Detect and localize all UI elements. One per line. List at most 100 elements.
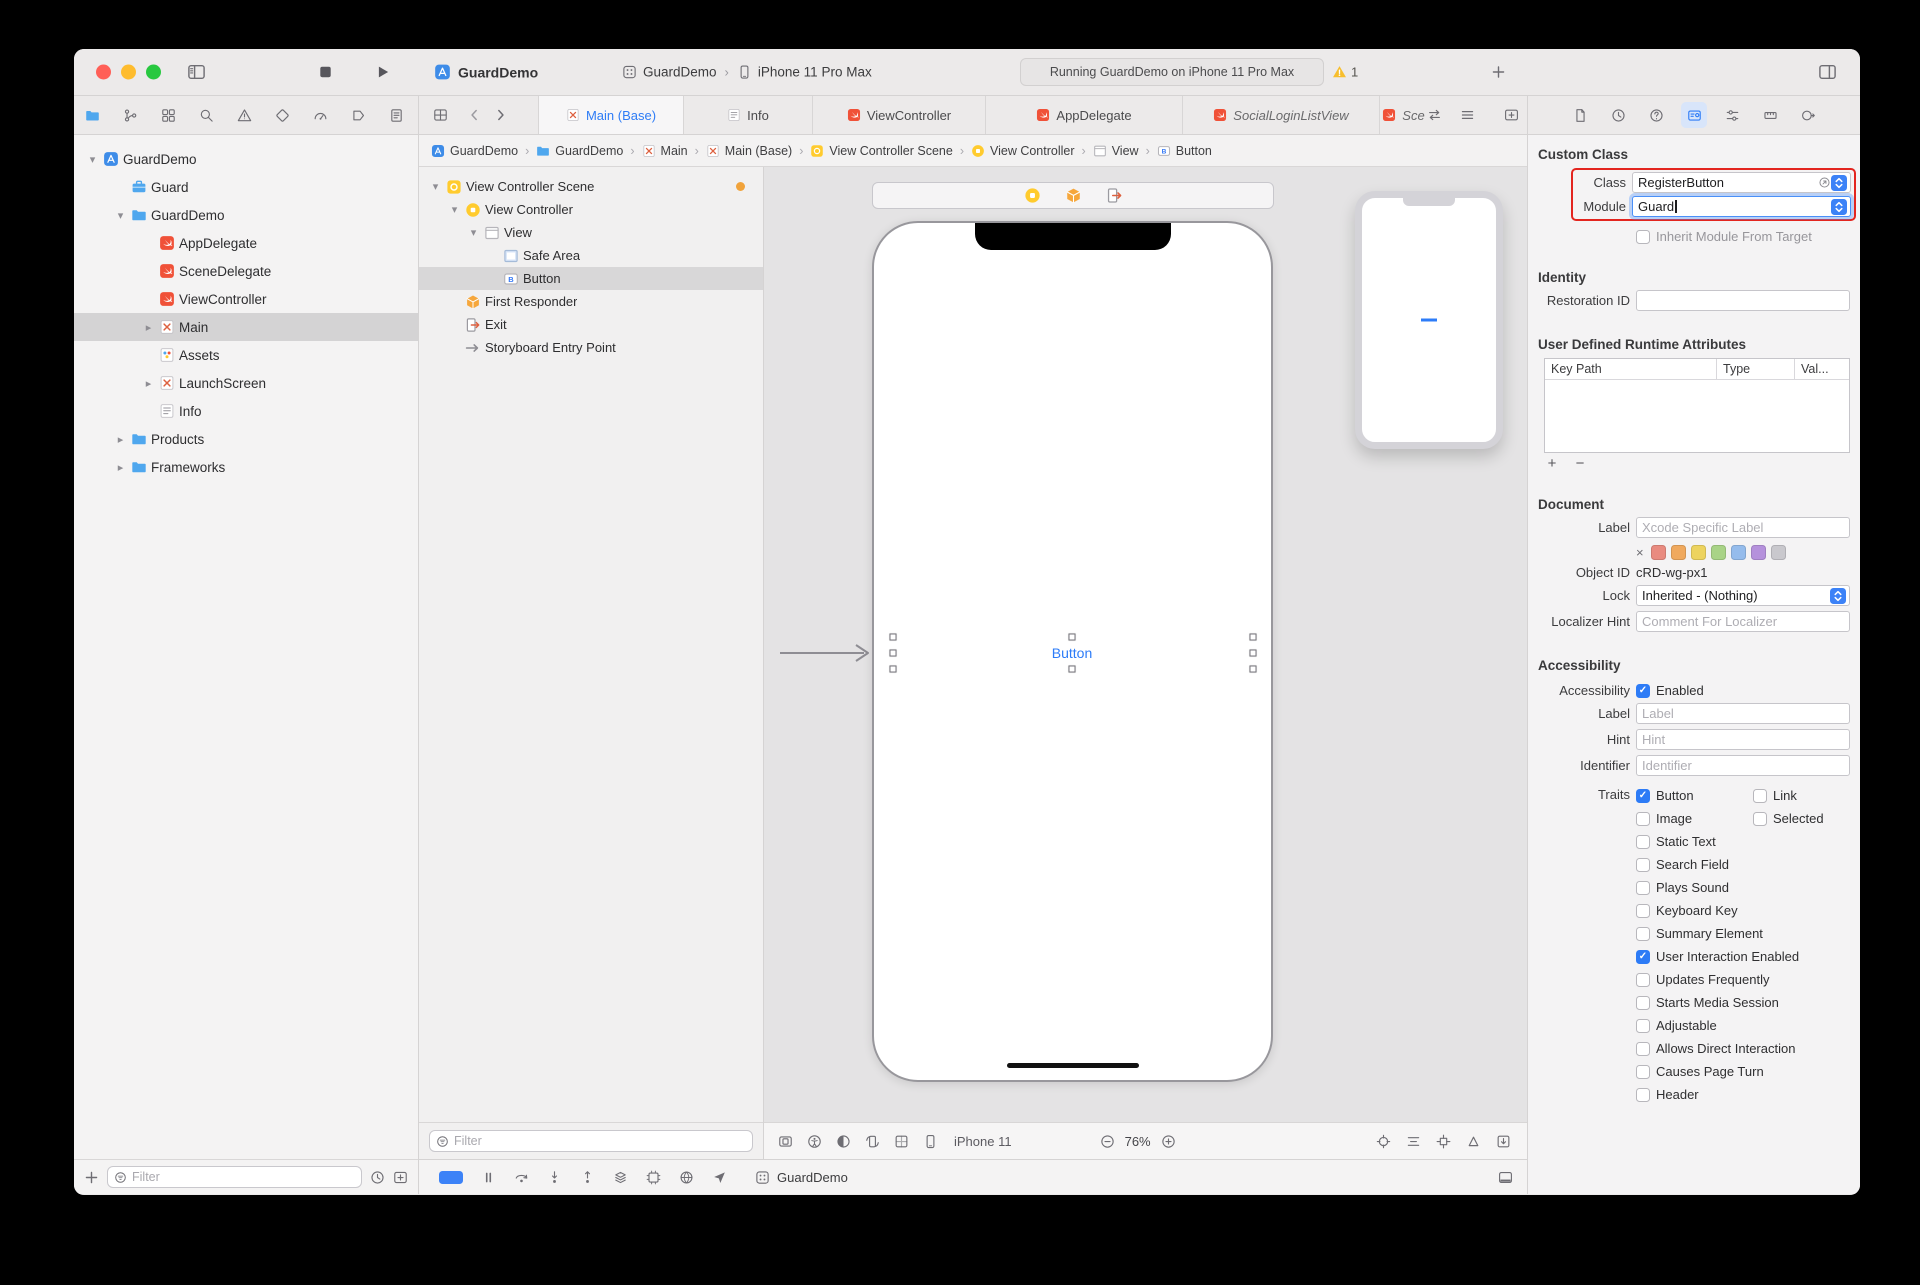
trait-checkbox-link[interactable] <box>1753 788 1767 803</box>
trait-checkbox-updates-frequently[interactable] <box>1636 972 1650 987</box>
inspector-tab-identity[interactable] <box>1681 102 1707 128</box>
trait-checkbox-static-text[interactable] <box>1636 834 1650 849</box>
accessibility-identifier-input[interactable] <box>1636 755 1850 776</box>
trait-checkbox-header[interactable] <box>1636 1087 1650 1102</box>
navigator-tab-source-control[interactable] <box>117 102 143 128</box>
trait-checkbox-image[interactable] <box>1636 811 1650 826</box>
source-control-status-icon[interactable] <box>393 1170 408 1185</box>
navigator-item-products[interactable]: Products <box>74 425 418 453</box>
debug-hierarchy-button[interactable] <box>613 1170 628 1185</box>
outline-item-first-responder[interactable]: First Responder <box>419 290 763 313</box>
module-field[interactable]: Guard <box>1632 196 1851 217</box>
zoom-level[interactable]: 76% <box>1125 1134 1151 1149</box>
scheme-selector[interactable]: GuardDemo › iPhone 11 Pro Max <box>622 65 872 80</box>
canvas-control-phone-ic[interactable] <box>923 1134 938 1149</box>
inspector-tab-file[interactable] <box>1567 102 1593 128</box>
outline-item-storyboard-entry-point[interactable]: Storyboard Entry Point <box>419 336 763 359</box>
navigator-tab-symbols[interactable] <box>155 102 181 128</box>
navigator-tab-find[interactable] <box>193 102 219 128</box>
navigator-item-main[interactable]: Main <box>74 313 418 341</box>
trait-checkbox-starts-media-session[interactable] <box>1636 995 1650 1010</box>
outline-filter-field[interactable] <box>429 1130 753 1152</box>
localizer-hint-input[interactable] <box>1636 611 1850 632</box>
outline-item-view-controller[interactable]: View Controller <box>419 198 763 221</box>
module-dropdown-icon[interactable] <box>1831 198 1847 215</box>
class-field[interactable]: RegisterButton <box>1632 172 1851 193</box>
inspector-tab-connections[interactable] <box>1795 102 1821 128</box>
debug-memory-button[interactable] <box>646 1170 661 1185</box>
navigator-item-frameworks[interactable]: Frameworks <box>74 453 418 481</box>
disclosure-chevron-icon[interactable] <box>429 180 442 193</box>
selection-handle[interactable] <box>889 649 897 657</box>
run-button[interactable] <box>374 64 391 81</box>
exit-icon[interactable] <box>1106 187 1123 204</box>
disclosure-chevron-icon[interactable] <box>86 153 99 166</box>
inspector-tab-help[interactable] <box>1643 102 1669 128</box>
breadcrumb-item-view-controller[interactable]: View Controller <box>971 144 1075 158</box>
canvas-device-name[interactable]: iPhone 11 <box>954 1134 1012 1149</box>
view-controller-icon[interactable] <box>1024 187 1041 204</box>
navigator-tab-tests[interactable] <box>269 102 295 128</box>
selection-handle[interactable] <box>1249 649 1257 657</box>
accessibility-hint-input[interactable] <box>1636 729 1850 750</box>
canvas-control-scope[interactable] <box>1376 1134 1391 1149</box>
trait-checkbox-allows-direct-interaction[interactable] <box>1636 1041 1650 1056</box>
trait-checkbox-selected[interactable] <box>1753 811 1767 826</box>
add-editor-icon[interactable] <box>1504 108 1519 123</box>
zoom-window-button[interactable] <box>146 64 161 80</box>
selection-handle[interactable] <box>1249 665 1257 673</box>
navigator-item-scenedelegate[interactable]: SceneDelegate <box>74 257 418 285</box>
clear-color-icon[interactable]: × <box>1636 545 1644 560</box>
accessibility-label-input[interactable] <box>1636 703 1850 724</box>
runtime-attributes-table[interactable]: Key Path Type Val... <box>1544 358 1850 453</box>
navigator-tab-reports[interactable] <box>383 102 409 128</box>
storyboard-canvas[interactable]: Button iPhone 11 76% <box>764 167 1527 1159</box>
lock-dropdown[interactable]: Inherited - (Nothing) <box>1636 585 1850 606</box>
color-swatch-0[interactable] <box>1650 545 1666 560</box>
outline-item-button[interactable]: B Button <box>419 267 763 290</box>
lock-dropdown-icon[interactable] <box>1830 587 1846 604</box>
trait-checkbox-user-interaction-enabled[interactable] <box>1636 949 1650 964</box>
document-label-input[interactable] <box>1636 517 1850 538</box>
color-swatch-4[interactable] <box>1730 545 1746 560</box>
canvas-control-align[interactable] <box>1406 1134 1421 1149</box>
first-responder-icon[interactable] <box>1065 187 1082 204</box>
canvas-control-rotate[interactable] <box>865 1134 880 1149</box>
canvas-control-accessibility[interactable] <box>807 1134 822 1149</box>
remove-attribute-button[interactable]: − <box>1572 456 1588 471</box>
stop-button[interactable] <box>317 64 334 81</box>
close-window-button[interactable] <box>96 64 111 80</box>
go-forward-icon[interactable] <box>493 108 508 123</box>
canvas-control-resolve[interactable] <box>1466 1134 1481 1149</box>
disclosure-chevron-icon[interactable] <box>142 321 155 334</box>
toggle-right-sidebar-icon[interactable] <box>1818 63 1837 82</box>
editor-layout-icon[interactable] <box>433 108 448 123</box>
color-swatch-3[interactable] <box>1710 545 1726 560</box>
breadcrumb-item-guarddemo[interactable]: GuardDemo <box>431 144 518 158</box>
inspector-tab-attributes[interactable] <box>1719 102 1745 128</box>
navigator-item-info[interactable]: Info <box>74 397 418 425</box>
disclosure-chevron-icon[interactable] <box>114 433 127 446</box>
color-swatch-5[interactable] <box>1750 545 1766 560</box>
trait-checkbox-summary-element[interactable] <box>1636 926 1650 941</box>
debug-step-out-button[interactable] <box>580 1170 595 1185</box>
editor-tab-info[interactable]: Info <box>684 96 813 134</box>
add-file-icon[interactable] <box>84 1170 99 1185</box>
navigator-tab-debug-gauge[interactable] <box>307 102 333 128</box>
breadcrumb-item-view[interactable]: View <box>1093 144 1139 158</box>
color-swatch-6[interactable] <box>1770 545 1786 560</box>
trait-checkbox-plays-sound[interactable] <box>1636 880 1650 895</box>
navigator-item-launchscreen[interactable]: LaunchScreen <box>74 369 418 397</box>
disclosure-chevron-icon[interactable] <box>114 461 127 474</box>
trait-checkbox-causes-page-turn[interactable] <box>1636 1064 1650 1079</box>
add-attribute-button[interactable]: + <box>1544 456 1560 471</box>
navigator-item-appdelegate[interactable]: AppDelegate <box>74 229 418 257</box>
toggle-debug-area-icon[interactable] <box>1498 1170 1513 1185</box>
minimap-preview[interactable] <box>1355 191 1503 449</box>
outline-item-view-controller-scene[interactable]: View Controller Scene <box>419 175 763 198</box>
accessibility-enabled-checkbox[interactable] <box>1636 683 1650 698</box>
inspector-tab-history[interactable] <box>1605 102 1631 128</box>
editor-tab-main-base[interactable]: Main (Base) <box>539 96 684 134</box>
disclosure-chevron-icon[interactable] <box>142 377 155 390</box>
canvas-control-embed[interactable] <box>1496 1134 1511 1149</box>
